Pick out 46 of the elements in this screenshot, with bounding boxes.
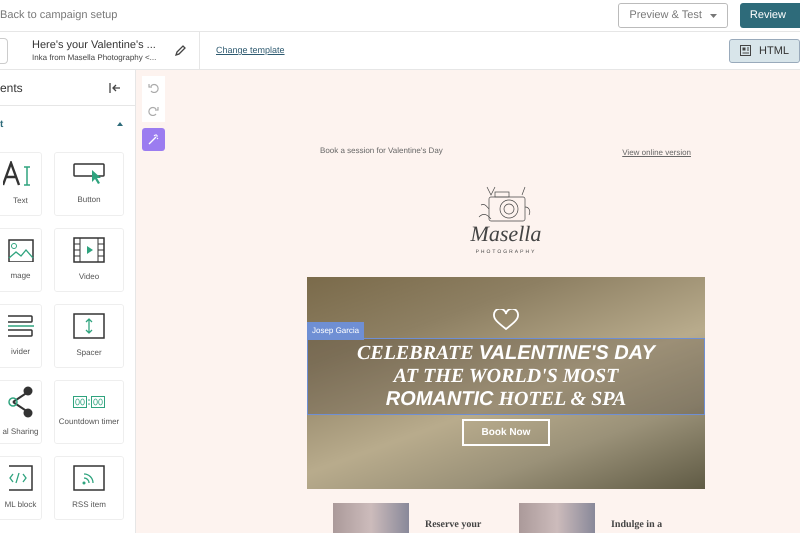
layout-icon [740,45,752,56]
block-tile[interactable]: mage [0,228,42,292]
block-tile[interactable]: Button [54,152,124,216]
editor-name-tag: Josep Garcia [307,322,364,340]
block-tile[interactable]: Spacer [54,304,124,368]
back-link[interactable]: Back to campaign setup [0,7,118,24]
block-tile[interactable]: Video [54,228,124,292]
view-online-link[interactable]: View online version [622,147,691,160]
preview-button[interactable]: Preview & Test [618,3,728,28]
subject-text: Here's your Valentine's ... [32,38,157,52]
vertical-arrows-icon [73,313,105,340]
block-tile[interactable]: Countdown timer [54,380,124,444]
review-button[interactable]: Review [740,3,800,28]
input-field[interactable] [0,38,8,64]
button-cursor-icon [73,162,105,186]
magic-wand-icon [148,134,159,146]
share-icon [8,386,34,418]
block-tile[interactable]: ML block [0,456,42,520]
sender-text: Inka from Masella Photography <... [32,52,158,64]
redo-icon [148,106,159,116]
undo-icon [148,82,159,93]
html-toggle[interactable]: HTML [729,38,800,63]
block-tile[interactable]: ivider [0,304,42,368]
block-tile[interactable]: al Sharing [0,380,42,444]
video-icon [73,237,105,264]
logo-script-text: Masella [470,223,542,246]
pencil-icon[interactable] [174,44,186,57]
block-tile[interactable]: RSS item [54,456,124,520]
section-header[interactable]: t [0,106,135,142]
preheader-text: Book a session for Valentine's Day [320,144,443,157]
panel-title: ents [0,80,23,97]
change-template-link[interactable]: Change template [216,44,285,58]
block-tile[interactable]: Text [0,152,42,216]
caret-icon [710,14,717,18]
caret-icon [117,122,123,126]
heart-icon [493,308,519,331]
feature-title: Indulge in a [611,518,662,532]
collapse-icon[interactable] [109,82,121,93]
divider-icon [8,314,34,338]
hero-headline: CELEBRATE VALENTINE'S DAY AT THE WORLD'S MOST ROMANTIC HOTEL & SPA [307,338,705,415]
feature-title: Reserve your [425,518,482,532]
rss-icon [73,465,105,492]
code-icon [8,465,32,492]
image-icon [8,238,34,262]
timer-icon [73,396,105,408]
magic-wand-button[interactable] [142,128,165,152]
